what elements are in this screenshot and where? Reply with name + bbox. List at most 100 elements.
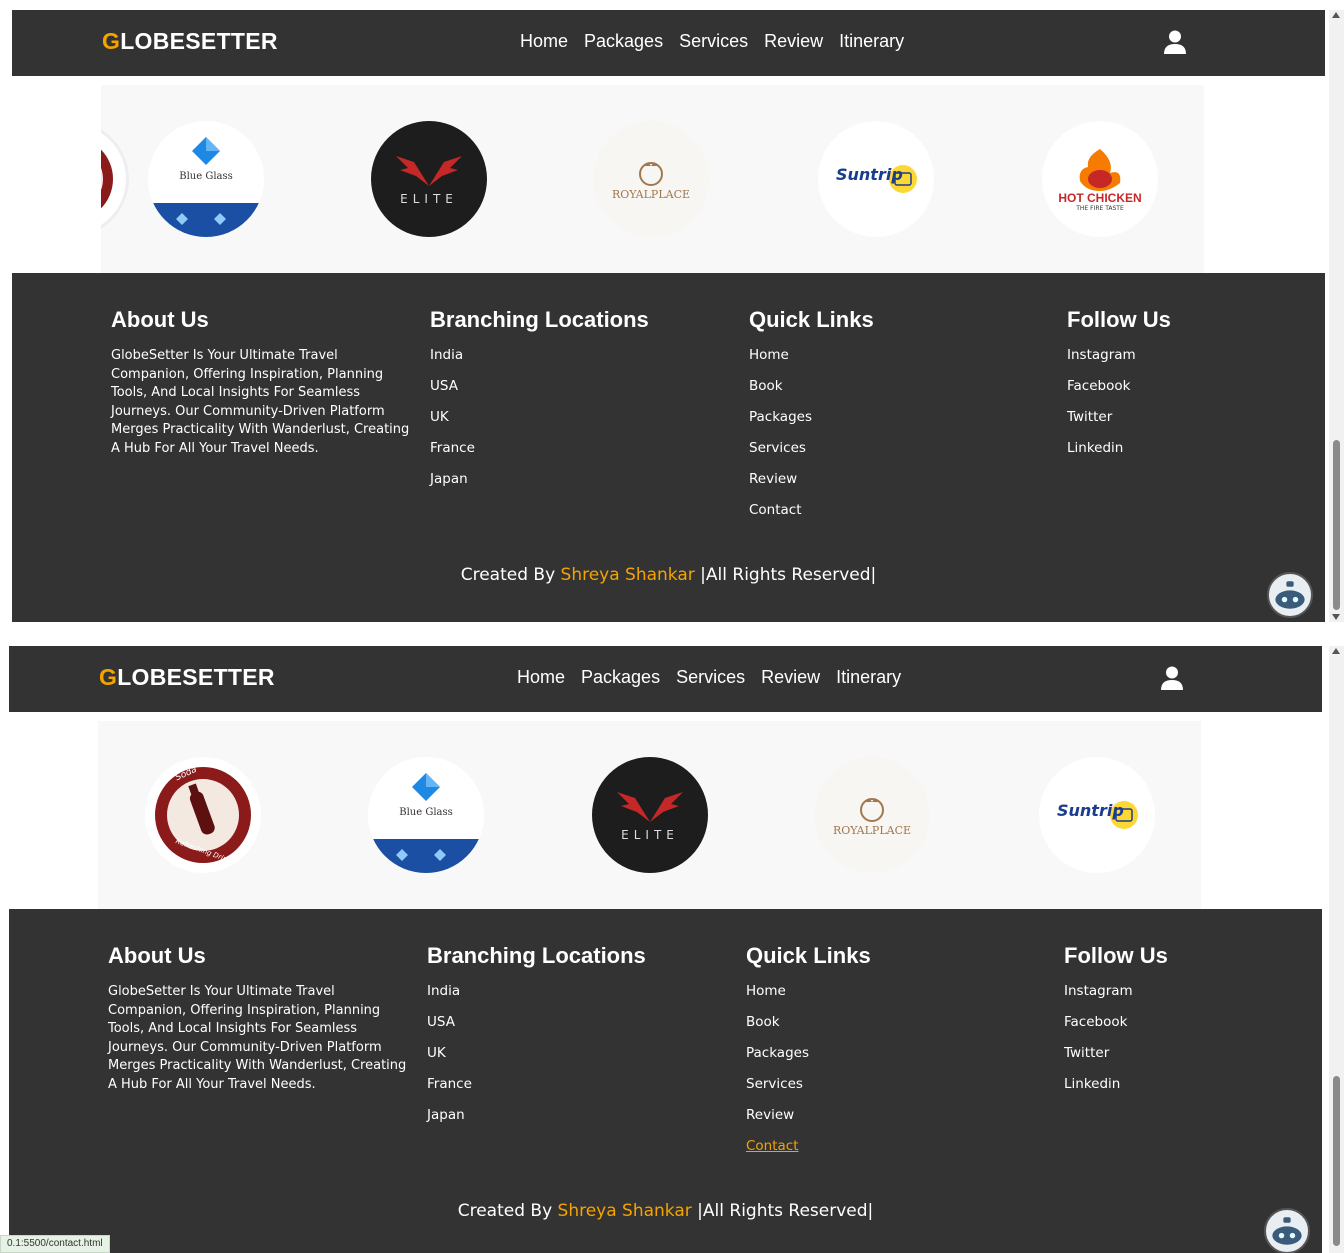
location-usa[interactable]: USA [430, 378, 649, 409]
nav-review[interactable]: Review [761, 667, 820, 688]
nav-review[interactable]: Review [764, 31, 823, 52]
location-usa[interactable]: USA [427, 1014, 646, 1045]
credit-suffix: |All Rights Reserved| [697, 1201, 874, 1221]
suntrip-label: Suntrip [1057, 801, 1124, 820]
brand-logo-soda: Soda Refreshing Drink [145, 757, 261, 873]
elite-label: ELITE [621, 828, 679, 842]
about-title: About Us [108, 943, 206, 968]
brand-logo-soda-partial [101, 121, 129, 237]
footer-credit: Created By Shreya Shankar |All Rights Re… [9, 1201, 1322, 1221]
frame-separator [0, 626, 1344, 636]
about-title: About Us [111, 307, 209, 332]
scroll-thumb[interactable] [1333, 440, 1340, 610]
footer-credit: Created By Shreya Shankar |All Rights Re… [12, 565, 1325, 585]
page-viewport: GLOBESETTER Home Packages Services Revie… [9, 646, 1322, 1253]
location-japan[interactable]: Japan [427, 1107, 646, 1138]
brand-logo-blueglass: Blue Glass [368, 757, 484, 873]
quick-link-review[interactable]: Review [746, 1107, 871, 1138]
quick-link-review[interactable]: Review [749, 471, 874, 502]
nav-home[interactable]: Home [517, 667, 565, 688]
logo-accent-letter: G [102, 28, 121, 54]
location-japan[interactable]: Japan [430, 471, 649, 502]
crown-icon [639, 161, 663, 186]
location-france[interactable]: France [430, 440, 649, 471]
footer-follow: Follow Us Instagram Facebook Twitter Lin… [1064, 943, 1168, 1107]
quick-link-home[interactable]: Home [746, 983, 871, 1014]
scroll-up-arrow[interactable] [1332, 648, 1340, 654]
follow-instagram[interactable]: Instagram [1067, 347, 1171, 378]
quick-links-title: Quick Links [749, 307, 874, 332]
user-icon[interactable] [1161, 666, 1183, 690]
royal-label: ROYALPLACE [611, 187, 691, 201]
quick-link-packages[interactable]: Packages [746, 1045, 871, 1076]
quick-link-home[interactable]: Home [749, 347, 874, 378]
follow-linkedin[interactable]: Linkedin [1064, 1076, 1168, 1107]
footer-follow: Follow Us Instagram Facebook Twitter Lin… [1067, 307, 1171, 471]
footer-about: About Us GlobeSetter Is Your Ultimate Tr… [111, 307, 411, 458]
nav-home[interactable]: Home [520, 31, 568, 52]
elite-label: ELITE [400, 192, 458, 206]
nav-links: Home Packages Services Review Itinerary [520, 31, 904, 52]
crown-icon [860, 797, 884, 822]
hot-chicken-sub: THE FIRE TASTE [1076, 204, 1124, 212]
quick-link-book[interactable]: Book [746, 1014, 871, 1045]
nav-itinerary[interactable]: Itinerary [839, 31, 904, 52]
flame-icon [1079, 148, 1121, 191]
locations-title: Branching Locations [430, 307, 649, 332]
footer: About Us GlobeSetter Is Your Ultimate Tr… [9, 909, 1322, 1253]
site-logo[interactable]: GLOBESETTER [99, 664, 275, 691]
nav-packages[interactable]: Packages [584, 31, 663, 52]
nav-packages[interactable]: Packages [581, 667, 660, 688]
brand-logo-suntrip: Suntrip [1039, 757, 1155, 873]
brand-logo-royalplace: ROYALPLACE [593, 121, 709, 237]
logo-accent-letter: G [99, 664, 118, 690]
follow-facebook[interactable]: Facebook [1067, 378, 1171, 409]
follow-twitter[interactable]: Twitter [1067, 409, 1171, 440]
location-france[interactable]: France [427, 1076, 646, 1107]
quick-link-contact-hovered[interactable]: Contact [746, 1138, 871, 1169]
nav-services[interactable]: Services [679, 31, 748, 52]
nav-services[interactable]: Services [676, 667, 745, 688]
quick-link-services[interactable]: Services [749, 440, 874, 471]
brand-logo-elite: ELITE [592, 757, 708, 873]
footer-quick-links: Quick Links Home Book Packages Services … [746, 943, 871, 1169]
scroll-down-arrow[interactable] [1332, 614, 1340, 620]
scrollbar[interactable] [1329, 646, 1344, 1253]
nav-itinerary[interactable]: Itinerary [836, 667, 901, 688]
brand-logo-elite: ELITE [371, 121, 487, 237]
screenshot-frame-1: GLOBESETTER Home Packages Services Revie… [0, 0, 1344, 626]
credit-author[interactable]: Shreya Shankar [561, 565, 695, 585]
quick-link-book[interactable]: Book [749, 378, 874, 409]
navbar: GLOBESETTER Home Packages Services Revie… [12, 10, 1325, 76]
elite-wings-icon [396, 156, 462, 186]
follow-linkedin[interactable]: Linkedin [1067, 440, 1171, 471]
credit-author[interactable]: Shreya Shankar [558, 1201, 692, 1221]
locations-title: Branching Locations [427, 943, 646, 968]
scrollbar[interactable] [1329, 10, 1344, 622]
site-logo[interactable]: GLOBESETTER [102, 28, 278, 55]
brand-carousel: Blue Glass ELITE ROYALPLACE Suntrip HOT … [101, 85, 1204, 273]
location-india[interactable]: India [430, 347, 649, 378]
brand-logo-hotchicken: HOT CHICKEN THE FIRE TASTE [1042, 121, 1158, 237]
location-uk[interactable]: UK [427, 1045, 646, 1076]
credit-prefix: Created By [460, 565, 556, 585]
location-uk[interactable]: UK [430, 409, 649, 440]
brand-logo-royalplace: ROYALPLACE [814, 757, 930, 873]
location-india[interactable]: India [427, 983, 646, 1014]
scroll-thumb[interactable] [1333, 1076, 1340, 1246]
quick-link-packages[interactable]: Packages [749, 409, 874, 440]
chatbot-icon[interactable] [1264, 1208, 1310, 1253]
follow-twitter[interactable]: Twitter [1064, 1045, 1168, 1076]
scroll-up-arrow[interactable] [1332, 12, 1340, 18]
brand-carousel: Soda Refreshing Drink Blue Glass ELITE R… [98, 721, 1201, 909]
quick-link-contact[interactable]: Contact [749, 502, 874, 533]
follow-instagram[interactable]: Instagram [1064, 983, 1168, 1014]
chatbot-icon[interactable] [1267, 572, 1313, 618]
quick-link-services[interactable]: Services [746, 1076, 871, 1107]
follow-title: Follow Us [1064, 943, 1168, 968]
logo-text: LOBESETTER [120, 28, 278, 54]
blue-glass-label: Blue Glass [179, 171, 233, 182]
follow-facebook[interactable]: Facebook [1064, 1014, 1168, 1045]
footer-locations: Branching Locations India USA UK France … [430, 307, 649, 502]
user-icon[interactable] [1164, 30, 1186, 54]
